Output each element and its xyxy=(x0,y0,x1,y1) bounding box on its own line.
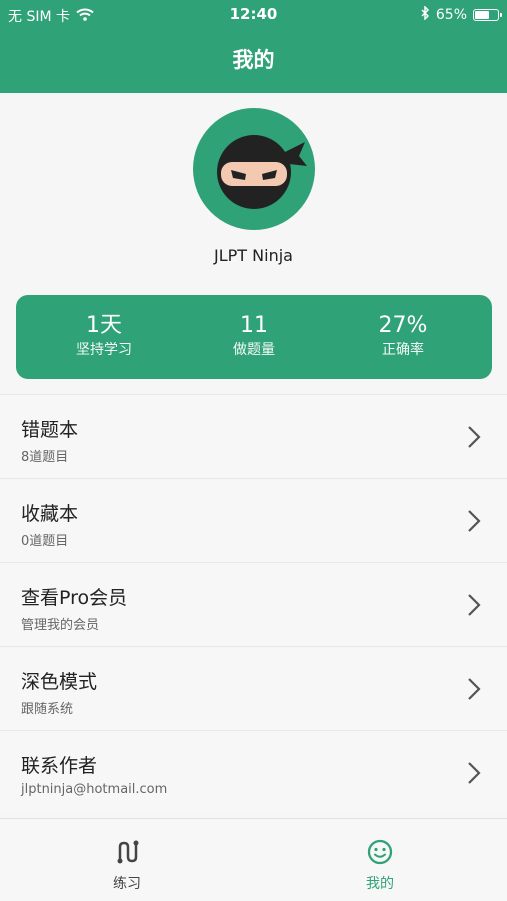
menu-item-title: 错题本 xyxy=(21,419,79,441)
page-title: 我的 xyxy=(232,48,275,72)
stats-card: 1天 坚持学习 11 做题量 27% 正确率 xyxy=(16,295,492,379)
tab-mine[interactable]: 我的 xyxy=(320,839,440,893)
menu-item-dark-mode[interactable]: 深色模式 跟随系统 xyxy=(0,646,507,730)
stat-accuracy: 27% 正确率 xyxy=(323,312,483,360)
ninja-icon xyxy=(217,135,307,209)
battery-fill xyxy=(475,11,489,19)
avatar xyxy=(193,108,315,230)
chevron-right-icon xyxy=(468,426,481,448)
chevron-right-icon xyxy=(468,762,481,784)
menu-item-subtitle: 管理我的会员 xyxy=(21,618,100,633)
smiley-icon xyxy=(367,839,393,865)
tab-label: 练习 xyxy=(113,876,141,892)
menu-item-pro-membership[interactable]: 查看Pro会员 管理我的会员 xyxy=(0,562,507,646)
stat-study-days: 1天 坚持学习 xyxy=(24,312,184,360)
practice-icon xyxy=(117,840,139,864)
stat-value: 1天 xyxy=(86,313,122,338)
username: JLPT Ninja xyxy=(214,246,293,265)
menu-item-title: 收藏本 xyxy=(21,503,79,525)
stat-questions-done: 11 做题量 xyxy=(174,312,334,360)
bluetooth-icon xyxy=(421,5,430,24)
chevron-right-icon xyxy=(468,594,481,616)
stat-label: 正确率 xyxy=(382,342,424,358)
status-bar: 无 SIM 卡 12:40 65% xyxy=(0,0,507,28)
app-header: 无 SIM 卡 12:40 65% 我的 xyxy=(0,0,507,93)
stat-label: 坚持学习 xyxy=(76,342,132,358)
chevron-right-icon xyxy=(468,510,481,532)
stat-label: 做题量 xyxy=(233,342,275,358)
menu-item-subtitle: jlptninja@hotmail.com xyxy=(21,782,168,797)
menu-item-subtitle: 0道题目 xyxy=(21,534,69,549)
menu-list: 错题本 8道题目 收藏本 0道题目 查看Pro会员 管理我的会员 深色模式 跟随… xyxy=(0,394,507,814)
menu-item-title: 查看Pro会员 xyxy=(21,587,128,609)
stat-value: 27% xyxy=(378,313,428,338)
battery-percent: 65% xyxy=(435,7,467,23)
menu-item-favorites[interactable]: 收藏本 0道题目 xyxy=(0,478,507,562)
menu-item-wrong-answers[interactable]: 错题本 8道题目 xyxy=(0,394,507,478)
tab-practice[interactable]: 练习 xyxy=(67,839,187,893)
battery-icon xyxy=(473,9,502,21)
menu-item-contact-author[interactable]: 联系作者 jlptninja@hotmail.com xyxy=(0,730,507,814)
stat-value: 11 xyxy=(240,313,268,338)
tab-bar: 练习 我的 xyxy=(0,818,507,901)
menu-item-title: 联系作者 xyxy=(21,755,98,777)
tab-label: 我的 xyxy=(366,876,394,892)
menu-item-subtitle: 跟随系统 xyxy=(21,702,74,717)
menu-item-title: 深色模式 xyxy=(21,671,98,693)
chevron-right-icon xyxy=(468,678,481,700)
menu-item-subtitle: 8道题目 xyxy=(21,450,69,465)
